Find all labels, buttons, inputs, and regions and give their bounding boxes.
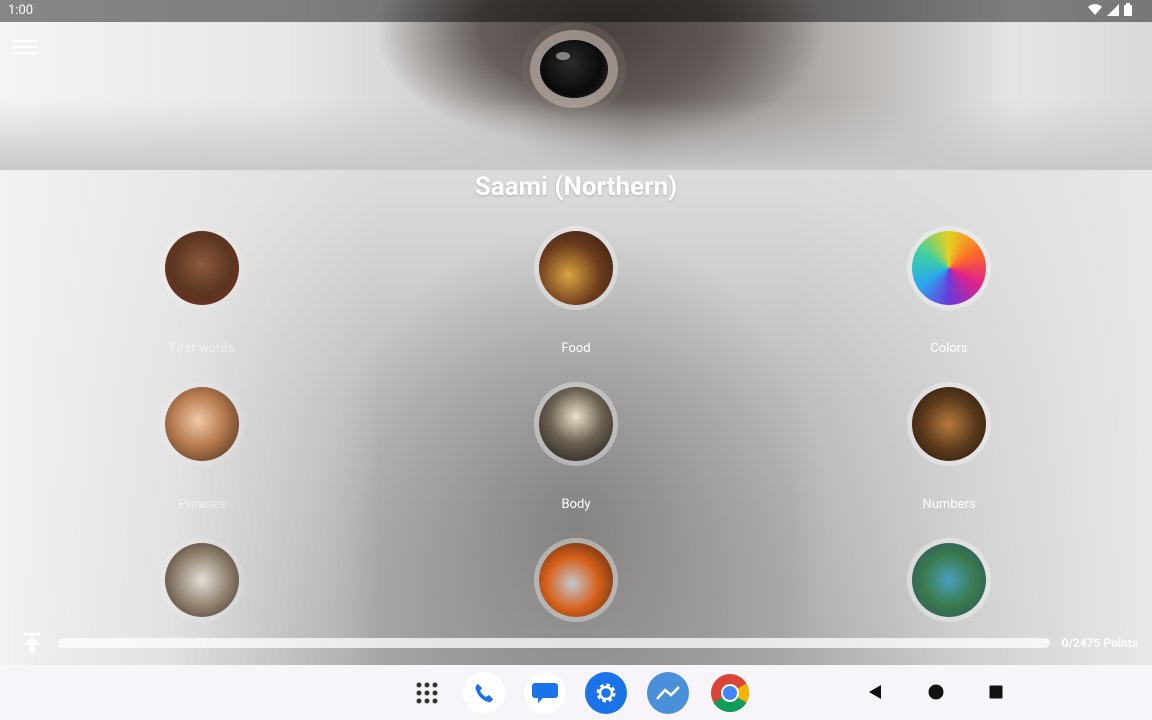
back-icon[interactable]	[865, 682, 885, 702]
category-label: Food	[561, 341, 591, 356]
phrases-image	[165, 387, 239, 461]
scroll-to-top-icon[interactable]	[22, 632, 42, 654]
category-numbers[interactable]: Numbers	[864, 382, 1034, 512]
points-progress-bar	[58, 638, 1050, 648]
app-drawer-icon[interactable]	[406, 672, 448, 714]
category-food[interactable]: Food	[491, 226, 661, 356]
language-app-icon[interactable]	[647, 672, 689, 714]
menu-icon[interactable]	[12, 36, 38, 56]
app-screen: Saami (Northern) First words Food Colors…	[0, 0, 1152, 665]
messages-app-icon[interactable]	[524, 672, 566, 714]
map-image	[912, 543, 986, 617]
first-words-image	[165, 231, 239, 305]
category-first-words[interactable]: First words	[117, 226, 287, 356]
shopping-cart-image	[539, 543, 613, 617]
category-body[interactable]: Body	[491, 382, 661, 512]
reindeer-eye	[540, 40, 608, 98]
home-icon[interactable]	[926, 682, 946, 702]
status-time: 1:00	[8, 3, 34, 18]
food-image	[539, 231, 613, 305]
status-bar: 1:00	[0, 0, 1152, 22]
category-places[interactable]	[864, 538, 1034, 622]
hero-image-reindeer	[0, 0, 1152, 170]
system-navigation-bar	[0, 665, 1152, 720]
category-label: Phrases	[178, 497, 226, 512]
category-label: Body	[561, 497, 591, 512]
category-phrases[interactable]: Phrases	[117, 382, 287, 512]
recents-icon[interactable]	[986, 682, 1006, 702]
numbers-image	[912, 387, 986, 461]
signal-icon	[1107, 4, 1120, 16]
category-time[interactable]	[117, 538, 287, 622]
category-label: First words	[169, 341, 235, 356]
points-counter: 0/2475 Points	[1061, 636, 1138, 650]
category-shopping[interactable]	[491, 538, 661, 622]
status-icons	[1088, 3, 1132, 19]
category-colors[interactable]: Colors	[864, 226, 1034, 356]
category-label: Colors	[930, 341, 968, 356]
colors-image	[912, 231, 986, 305]
phone-app-icon[interactable]	[463, 672, 505, 714]
body-image	[539, 387, 613, 461]
category-label: Numbers	[922, 497, 976, 512]
settings-app-icon[interactable]	[585, 672, 627, 714]
alarm-clock-image	[165, 543, 239, 617]
battery-icon	[1124, 3, 1132, 16]
chrome-app-icon[interactable]	[709, 672, 751, 714]
course-title: Saami (Northern)	[474, 172, 678, 202]
wifi-icon	[1088, 4, 1103, 16]
